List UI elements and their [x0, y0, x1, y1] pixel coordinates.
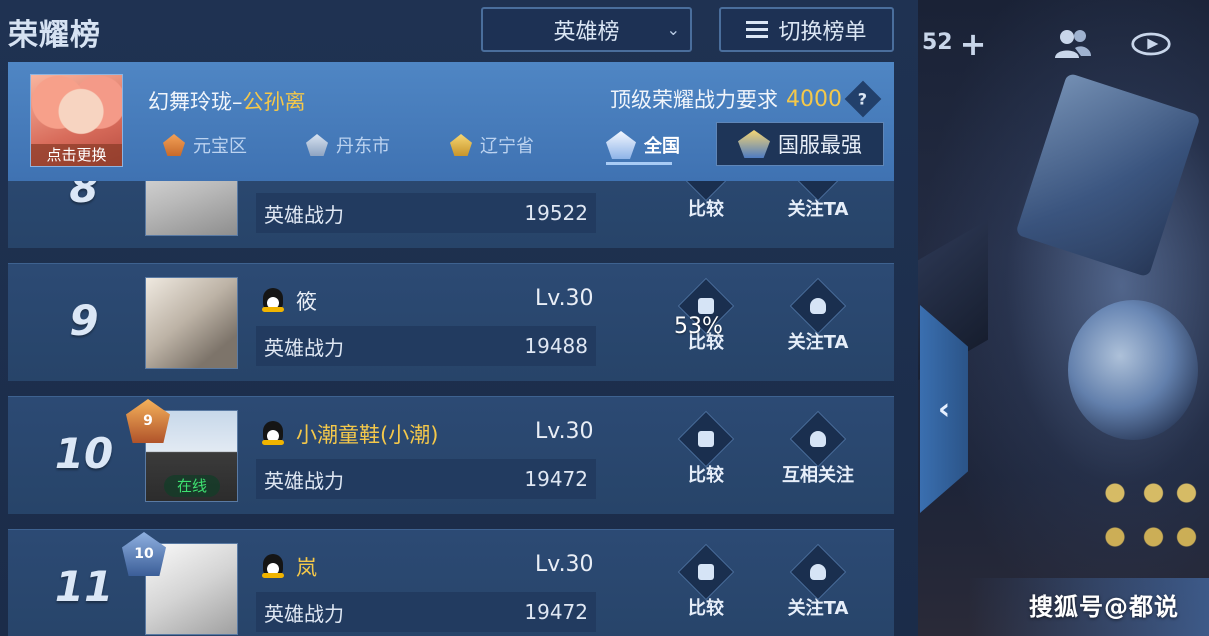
rank-number: 10 [54, 429, 114, 478]
rank-level-badge: 10 [122, 532, 166, 576]
power-box: 英雄战力 19522 [256, 193, 596, 233]
hero-title: 幻舞玲珑 [148, 90, 232, 114]
power-requirement: 顶级荣耀战力要求 4000 ? [610, 80, 882, 118]
mutual-follow-icon [789, 410, 847, 468]
switch-list-button[interactable]: 切换榜单 [719, 7, 894, 52]
region-tab-district[interactable]: 元宝区 [163, 128, 247, 162]
power-box: 英雄战力 19488 [256, 326, 596, 366]
hero-separator: – [232, 90, 243, 114]
power-label: 英雄战力 [264, 335, 344, 360]
follow-label: 关注TA [787, 598, 849, 619]
leaderboard-row[interactable]: 9 筱 Lv.30 英雄战力 19488 比较 53% 关注TA [8, 263, 894, 381]
help-glyph: ? [858, 89, 868, 109]
gold-badge-icon [450, 134, 472, 156]
page-title: 荣耀榜 [8, 18, 101, 53]
leaderboard-row[interactable]: 10 在线 9 小潮童鞋(小潮) Lv.30 英雄战力 19472 比较 互相关… [8, 396, 894, 514]
power-label: 英雄战力 [264, 202, 344, 227]
strongest-badge-icon [738, 130, 770, 158]
region-label: 全国 [644, 136, 680, 157]
compare-label: 比较 [688, 199, 724, 220]
help-icon[interactable]: ? [844, 80, 882, 118]
selected-tab-indicator [606, 162, 672, 165]
follow-button[interactable]: 关注TA [778, 277, 858, 354]
power-value: 19488 [524, 334, 588, 358]
compare-button[interactable]: 比较 [666, 543, 746, 620]
rank-number: 9 [69, 296, 99, 345]
eye-icon[interactable] [1130, 26, 1172, 62]
power-box: 英雄战力 19472 [256, 459, 596, 499]
leaderboard-panel: 荣耀榜 英雄榜 ⌄ 切换榜单 8 英雄战力 19522 比较 关注TA 9 筱 … [0, 0, 918, 636]
player-name: 小潮童鞋(小潮) [296, 423, 439, 447]
hero-filter-bar: 点击更换 幻舞玲珑–公孙离 顶级荣耀战力要求 4000 ? 元宝区 丹东市 辽宁… [8, 62, 894, 181]
player-level: Lv.30 [535, 419, 594, 444]
loading-percent: 53% [674, 314, 723, 339]
compare-icon [677, 410, 735, 468]
player-level: Lv.30 [535, 552, 594, 577]
player-name: 筱 [296, 290, 317, 314]
scene-lanterns [1093, 460, 1203, 570]
avatar[interactable] [145, 277, 238, 369]
region-label: 辽宁省 [480, 136, 534, 157]
hero-portrait[interactable]: 点击更换 [30, 74, 123, 167]
rank-level-badge: 9 [126, 399, 170, 443]
qq-icon [260, 288, 286, 316]
chevron-down-icon: ⌄ [666, 20, 680, 39]
list-icon [746, 20, 769, 39]
power-box: 英雄战力 19472 [256, 592, 596, 632]
follow-label: 关注TA [787, 332, 849, 353]
requirement-value: 4000 [786, 86, 842, 112]
follow-label: 互相关注 [782, 465, 854, 486]
region-tab-city[interactable]: 丹东市 [306, 128, 390, 162]
power-label: 英雄战力 [264, 601, 344, 626]
chevron-left-icon: ‹ [937, 391, 951, 427]
rank-type-select[interactable]: 英雄榜 ⌄ [481, 7, 692, 52]
qq-icon [260, 554, 286, 582]
qq-icon [260, 421, 286, 449]
rank-type-value: 英雄榜 [553, 19, 620, 45]
follow-label: 关注TA [787, 199, 849, 220]
compare-label: 比较 [688, 465, 724, 486]
scene-orb [1068, 300, 1198, 440]
bronze-badge-icon [163, 134, 185, 156]
change-hero-caption: 点击更换 [31, 144, 122, 166]
online-status: 在线 [164, 475, 220, 497]
hero-skin-name: 公孙离 [242, 90, 306, 114]
server-strongest-label: 国服最强 [778, 133, 862, 157]
watermark: 搜狐号@都说 [1029, 593, 1179, 621]
national-badge-icon [606, 131, 636, 159]
follow-button[interactable]: 关注TA [778, 543, 858, 620]
region-label: 元宝区 [193, 136, 247, 157]
player-level: Lv.30 [535, 286, 594, 311]
switch-list-label: 切换榜单 [778, 19, 867, 45]
scene-crystal [1015, 72, 1201, 278]
follow-button[interactable]: 互相关注 [778, 410, 858, 487]
player-name: 岚 [296, 556, 317, 580]
leaderboard-row[interactable]: 11 10 岚 Lv.30 英雄战力 19472 比较 关注TA [8, 529, 894, 636]
rank-number: 11 [54, 562, 114, 611]
region-label: 丹东市 [336, 136, 390, 157]
requirement-label: 顶级荣耀战力要求 [610, 88, 778, 112]
power-value: 19472 [524, 600, 588, 624]
friends-icon[interactable] [1052, 26, 1094, 62]
add-icon[interactable]: + [952, 25, 994, 63]
compare-icon [677, 543, 735, 601]
top-count: 52 [922, 30, 953, 55]
silver-badge-icon [306, 134, 328, 156]
power-label: 英雄战力 [264, 468, 344, 493]
compare-button[interactable]: 比较 [666, 410, 746, 487]
compare-label: 比较 [688, 598, 724, 619]
power-value: 19522 [524, 201, 588, 225]
region-tab-province[interactable]: 辽宁省 [450, 128, 534, 162]
follow-icon [789, 277, 847, 335]
follow-icon [789, 543, 847, 601]
hero-scene-background [918, 0, 1209, 636]
server-strongest-button[interactable]: 国服最强 [716, 122, 884, 166]
region-tab-national[interactable]: 全国 [606, 128, 680, 162]
hero-name: 幻舞玲珑–公孙离 [148, 86, 306, 116]
power-value: 19472 [524, 467, 588, 491]
